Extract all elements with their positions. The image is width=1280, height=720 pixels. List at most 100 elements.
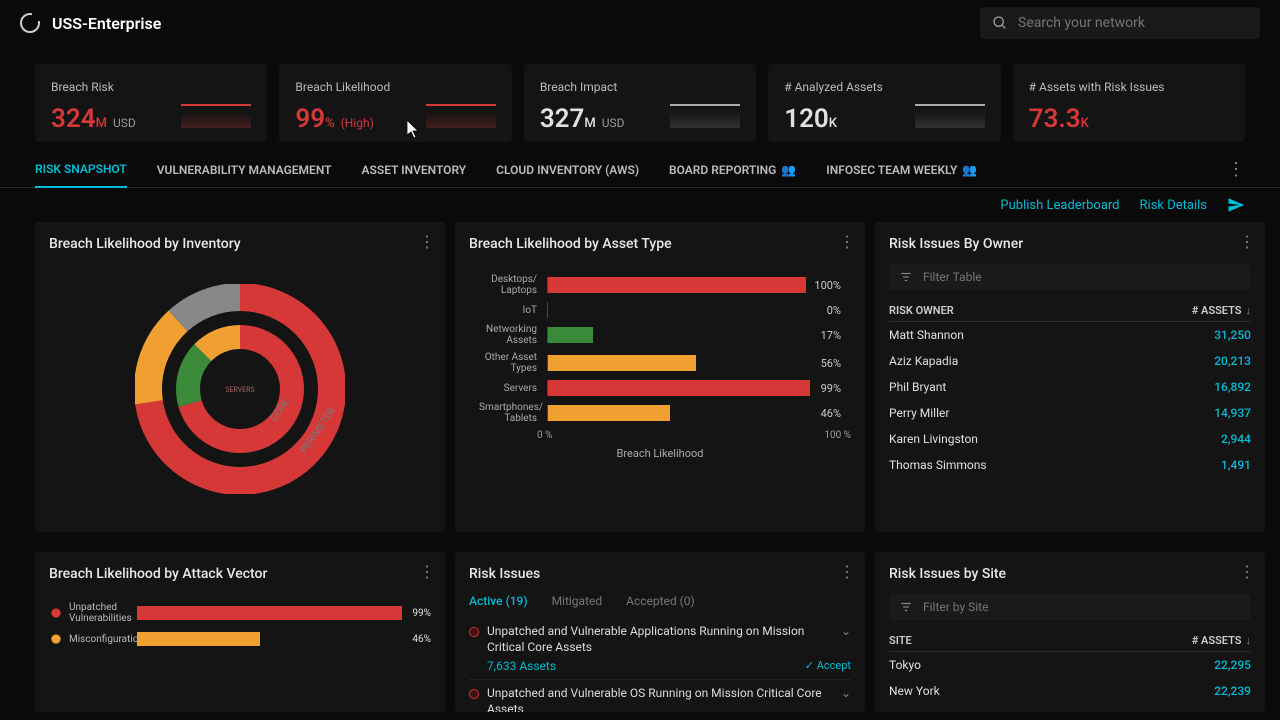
tab[interactable]: ASSET INVENTORY	[362, 153, 467, 187]
filter-input[interactable]	[923, 270, 1241, 284]
panel-inventory: ⋮ Breach Likelihood by Inventory PERIMET…	[35, 222, 445, 532]
panel-asset-type: ⋮ Breach Likelihood by Asset Type Deskto…	[455, 222, 865, 532]
filter-icon	[899, 600, 913, 614]
card-value: 327M	[540, 104, 596, 134]
card-title: # Assets with Risk Issues	[1029, 80, 1229, 94]
filter-box[interactable]	[889, 594, 1251, 620]
issue-item[interactable]: Unpatched and Vulnerable OS Running on M…	[469, 680, 851, 712]
inventory-donut-chart: PERIMETER CORE SERVERS	[135, 284, 345, 494]
people-icon: 👥	[962, 163, 977, 177]
chevron-down-icon[interactable]: ⌄	[841, 624, 851, 638]
card-value: 324M	[51, 104, 107, 134]
tab-active[interactable]: Active (19)	[469, 594, 528, 608]
tabs-menu-icon[interactable]: ⋮	[1227, 161, 1245, 179]
card-title: Breach Impact	[540, 80, 740, 94]
table-row[interactable]: New York22,239	[889, 678, 1251, 704]
bar-row: Smartphones/ Tablets46%	[479, 402, 841, 424]
stat-card[interactable]: Breach Likelihood 99% (High)	[279, 64, 511, 142]
table-row[interactable]: Phil Bryant16,892	[889, 374, 1251, 400]
bar-row: Unpatched Vulnerabilities99%	[49, 602, 431, 624]
publish-leaderboard-link[interactable]: Publish Leaderboard	[1000, 198, 1119, 213]
bar-row: Networking Assets17%	[479, 324, 841, 346]
panel-menu-icon[interactable]: ⋮	[1239, 232, 1255, 251]
stat-card[interactable]: # Assets with Risk Issues 73.3K	[1013, 64, 1245, 142]
axis-min: 0 %	[537, 430, 552, 441]
search-icon	[992, 15, 1008, 31]
sparkline	[915, 104, 985, 128]
accept-button[interactable]: ✓ Accept	[805, 659, 851, 673]
card-title: # Analyzed Assets	[784, 80, 984, 94]
panel-menu-icon[interactable]: ⋮	[839, 232, 855, 251]
table-row[interactable]: Thomas Simmons1,491	[889, 452, 1251, 478]
tab[interactable]: RISK SNAPSHOT	[35, 152, 127, 188]
bar-row: Desktops/ Laptops100%	[479, 274, 841, 296]
bar-row: Servers99%	[479, 380, 841, 396]
sparkline	[181, 104, 251, 128]
bar-row: IoT0%	[479, 302, 841, 318]
table-row[interactable]: Karen Livingston2,944	[889, 426, 1251, 452]
panel-menu-icon[interactable]: ⋮	[419, 562, 435, 581]
send-icon[interactable]	[1227, 196, 1245, 214]
panel-attack-vector: ⋮ Breach Likelihood by Attack Vector Unp…	[35, 552, 445, 712]
asset-count[interactable]: 7,633 Assets	[487, 659, 556, 673]
sparkline	[670, 104, 740, 128]
table-row[interactable]: Aziz Kapadia20,213	[889, 348, 1251, 374]
table-row[interactable]: Matt Shannon31,250	[889, 322, 1251, 348]
panel-title: Risk Issues By Owner	[889, 236, 1251, 252]
card-value: 99%	[295, 104, 334, 134]
card-value: 120K	[784, 104, 837, 134]
panel-menu-icon[interactable]: ⋮	[1239, 562, 1255, 581]
filter-icon	[899, 270, 913, 284]
bar-row: Misconfigurations46%	[49, 632, 431, 646]
sort-icon[interactable]: ↓	[1246, 634, 1252, 647]
sparkline	[426, 104, 496, 128]
search-box[interactable]	[980, 7, 1260, 39]
tab[interactable]: VULNERABILITY MANAGEMENT	[157, 153, 332, 187]
axis-max: 100 %	[824, 430, 851, 441]
panel-title: Breach Likelihood by Asset Type	[469, 236, 851, 252]
card-title: Breach Risk	[51, 80, 251, 94]
col-assets[interactable]: # ASSETS	[1192, 634, 1242, 647]
panel-site: ⋮ Risk Issues by Site SITE # ASSETS ↓ Tok…	[875, 552, 1265, 712]
chevron-down-icon[interactable]: ⌄	[841, 686, 851, 700]
table-row[interactable]: Perry Miller14,937	[889, 400, 1251, 426]
app-title: USS-Enterprise	[52, 14, 161, 33]
risk-details-link[interactable]: Risk Details	[1140, 198, 1207, 213]
stat-card[interactable]: # Analyzed Assets 120K	[768, 64, 1000, 142]
filter-box[interactable]	[889, 264, 1251, 290]
card-value: 73.3K	[1029, 104, 1089, 134]
tab-accepted[interactable]: Accepted (0)	[626, 594, 695, 608]
issue-item[interactable]: Unpatched and Vulnerable Applications Ru…	[469, 618, 851, 680]
panel-title: Risk Issues	[469, 566, 851, 582]
col-assets[interactable]: # ASSETS	[1192, 304, 1242, 317]
card-sub: (High)	[341, 116, 374, 130]
vector-icon	[49, 632, 63, 646]
card-suffix: USD	[113, 116, 136, 130]
panel-risk-issues: ⋮ Risk Issues Active (19) Mitigated Acce…	[455, 552, 865, 712]
stat-card[interactable]: Breach Impact 327MUSD	[524, 64, 756, 142]
panel-menu-icon[interactable]: ⋮	[839, 562, 855, 581]
filter-input[interactable]	[923, 600, 1241, 614]
bar-row: Other Asset Types56%	[479, 352, 841, 374]
sort-icon[interactable]: ↓	[1246, 304, 1252, 317]
vector-icon	[49, 606, 63, 620]
people-icon: 👥	[781, 163, 796, 177]
svg-text:SERVERS: SERVERS	[225, 386, 254, 394]
panel-menu-icon[interactable]: ⋮	[419, 232, 435, 251]
panel-owner: ⋮ Risk Issues By Owner RISK OWNER # ASSE…	[875, 222, 1265, 532]
tab-mitigated[interactable]: Mitigated	[552, 594, 603, 608]
tab[interactable]: BOARD REPORTING 👥	[669, 153, 796, 187]
stat-card[interactable]: Breach Risk 324M USD	[35, 64, 267, 142]
tab[interactable]: INFOSEC TEAM WEEKLY 👥	[826, 153, 977, 187]
col-site[interactable]: SITE	[889, 634, 912, 647]
tab[interactable]: CLOUD INVENTORY (AWS)	[496, 153, 639, 187]
col-owner[interactable]: RISK OWNER	[889, 304, 954, 317]
severity-dot-icon	[469, 689, 479, 699]
severity-dot-icon	[469, 627, 479, 637]
table-row[interactable]: Tokyo22,295	[889, 652, 1251, 678]
logo-icon	[20, 13, 40, 33]
panel-title: Risk Issues by Site	[889, 566, 1251, 582]
search-input[interactable]	[1018, 15, 1248, 31]
panel-title: Breach Likelihood by Inventory	[49, 236, 431, 252]
card-title: Breach Likelihood	[295, 80, 495, 94]
